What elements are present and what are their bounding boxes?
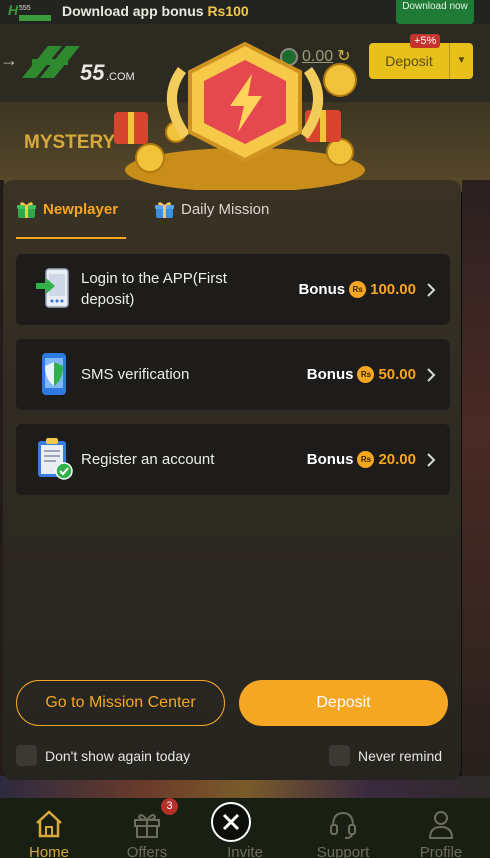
mission-tabs: Newplayer Daily Mission bbox=[16, 200, 446, 240]
svg-text:555: 555 bbox=[19, 5, 31, 12]
gift-icon bbox=[134, 814, 160, 838]
download-now-button[interactable]: Download now bbox=[396, 0, 474, 24]
chevron-right-icon bbox=[427, 367, 436, 382]
close-modal-button[interactable] bbox=[211, 802, 251, 842]
gift-icon bbox=[17, 202, 36, 218]
nav-label: Offers bbox=[126, 844, 168, 858]
task-sms-verification[interactable]: SMS verification Bonus Rs 50.00 bbox=[16, 339, 450, 410]
task-label: SMS verification bbox=[81, 366, 190, 383]
nav-label: Invite bbox=[227, 844, 263, 858]
phone-login-icon bbox=[36, 268, 69, 308]
rupee-coin-icon: Rs bbox=[357, 366, 375, 383]
nav-support[interactable]: Support bbox=[294, 798, 392, 858]
never-remind-label: Never remind bbox=[358, 747, 443, 764]
never-remind-option[interactable]: Never remind bbox=[329, 745, 442, 766]
phone-shield-icon bbox=[42, 353, 66, 395]
tab-newplayer-label: Newplayer bbox=[43, 201, 119, 218]
task-bonus: Bonus Rs 100.00 bbox=[298, 254, 436, 325]
nav-label: Home bbox=[28, 844, 69, 858]
bonus-label: Bonus bbox=[306, 451, 354, 468]
back-arrow-icon[interactable]: → bbox=[0, 50, 18, 71]
gift-icon bbox=[155, 202, 174, 218]
nav-label: Support bbox=[316, 844, 370, 858]
task-login-app[interactable]: Login to the APP(First deposit) Bonus Rs… bbox=[16, 254, 450, 325]
bonus-amount: 100.00 bbox=[370, 281, 416, 298]
chevron-down-icon[interactable]: ▼ bbox=[449, 43, 473, 79]
promo-text: Download app bonus Rs100 bbox=[62, 3, 249, 19]
svg-text:H: H bbox=[8, 2, 19, 18]
dont-show-today-checkbox[interactable] bbox=[16, 745, 37, 766]
nav-home[interactable]: Home bbox=[0, 798, 98, 858]
person-icon bbox=[428, 811, 454, 839]
active-tab-indicator bbox=[16, 237, 126, 239]
nav-label: Profile bbox=[419, 844, 463, 858]
newplayer-mission-modal: Newplayer Daily Mission Login to the APP… bbox=[3, 180, 461, 780]
tab-daily-mission-label: Daily Mission bbox=[181, 201, 270, 218]
home-icon bbox=[36, 810, 62, 838]
download-promo-bar: H 555 Download app bonus Rs100 Download … bbox=[0, 0, 490, 24]
nav-profile[interactable]: Profile bbox=[392, 798, 490, 858]
headset-icon bbox=[330, 811, 356, 839]
bonus-amount: 20.00 bbox=[378, 451, 416, 468]
nav-offers[interactable]: 3 Offers bbox=[98, 798, 196, 858]
dont-show-today-option[interactable]: Don't show again today bbox=[16, 745, 190, 766]
chevron-right-icon bbox=[427, 452, 436, 467]
task-register-account[interactable]: Register an account Bonus Rs 20.00 bbox=[16, 424, 450, 495]
task-bonus: Bonus Rs 50.00 bbox=[307, 339, 436, 410]
promo-amount: Rs100 bbox=[207, 3, 249, 19]
deposit-bonus-badge: +5% bbox=[410, 34, 441, 48]
task-label: Register an account bbox=[81, 451, 215, 468]
app-logo-small-icon: H 555 bbox=[8, 2, 51, 21]
deposit-button[interactable]: Deposit bbox=[239, 680, 448, 726]
dont-show-today-label: Don't show again today bbox=[45, 747, 191, 764]
clipboard-check-icon bbox=[38, 438, 73, 480]
never-remind-checkbox[interactable] bbox=[329, 745, 350, 766]
tab-newplayer[interactable]: Newplayer bbox=[16, 200, 118, 219]
rupee-coin-icon: Rs bbox=[357, 451, 375, 468]
go-to-mission-center-button[interactable]: Go to Mission Center bbox=[16, 680, 225, 726]
trophy-badge-icon bbox=[114, 41, 365, 190]
task-label: Login to the APP(First deposit) bbox=[81, 270, 227, 308]
bonus-label: Bonus bbox=[298, 281, 346, 298]
task-bonus: Bonus Rs 20.00 bbox=[307, 424, 436, 495]
background-game-tiles bbox=[462, 180, 490, 800]
tab-daily-mission[interactable]: Daily Mission bbox=[154, 200, 269, 219]
rupee-coin-icon: Rs bbox=[349, 281, 367, 298]
close-icon bbox=[222, 813, 240, 831]
bonus-label: Bonus bbox=[306, 366, 354, 383]
offers-count-badge: 3 bbox=[161, 798, 178, 815]
chevron-right-icon bbox=[427, 282, 436, 297]
bonus-amount: 50.00 bbox=[378, 366, 416, 383]
